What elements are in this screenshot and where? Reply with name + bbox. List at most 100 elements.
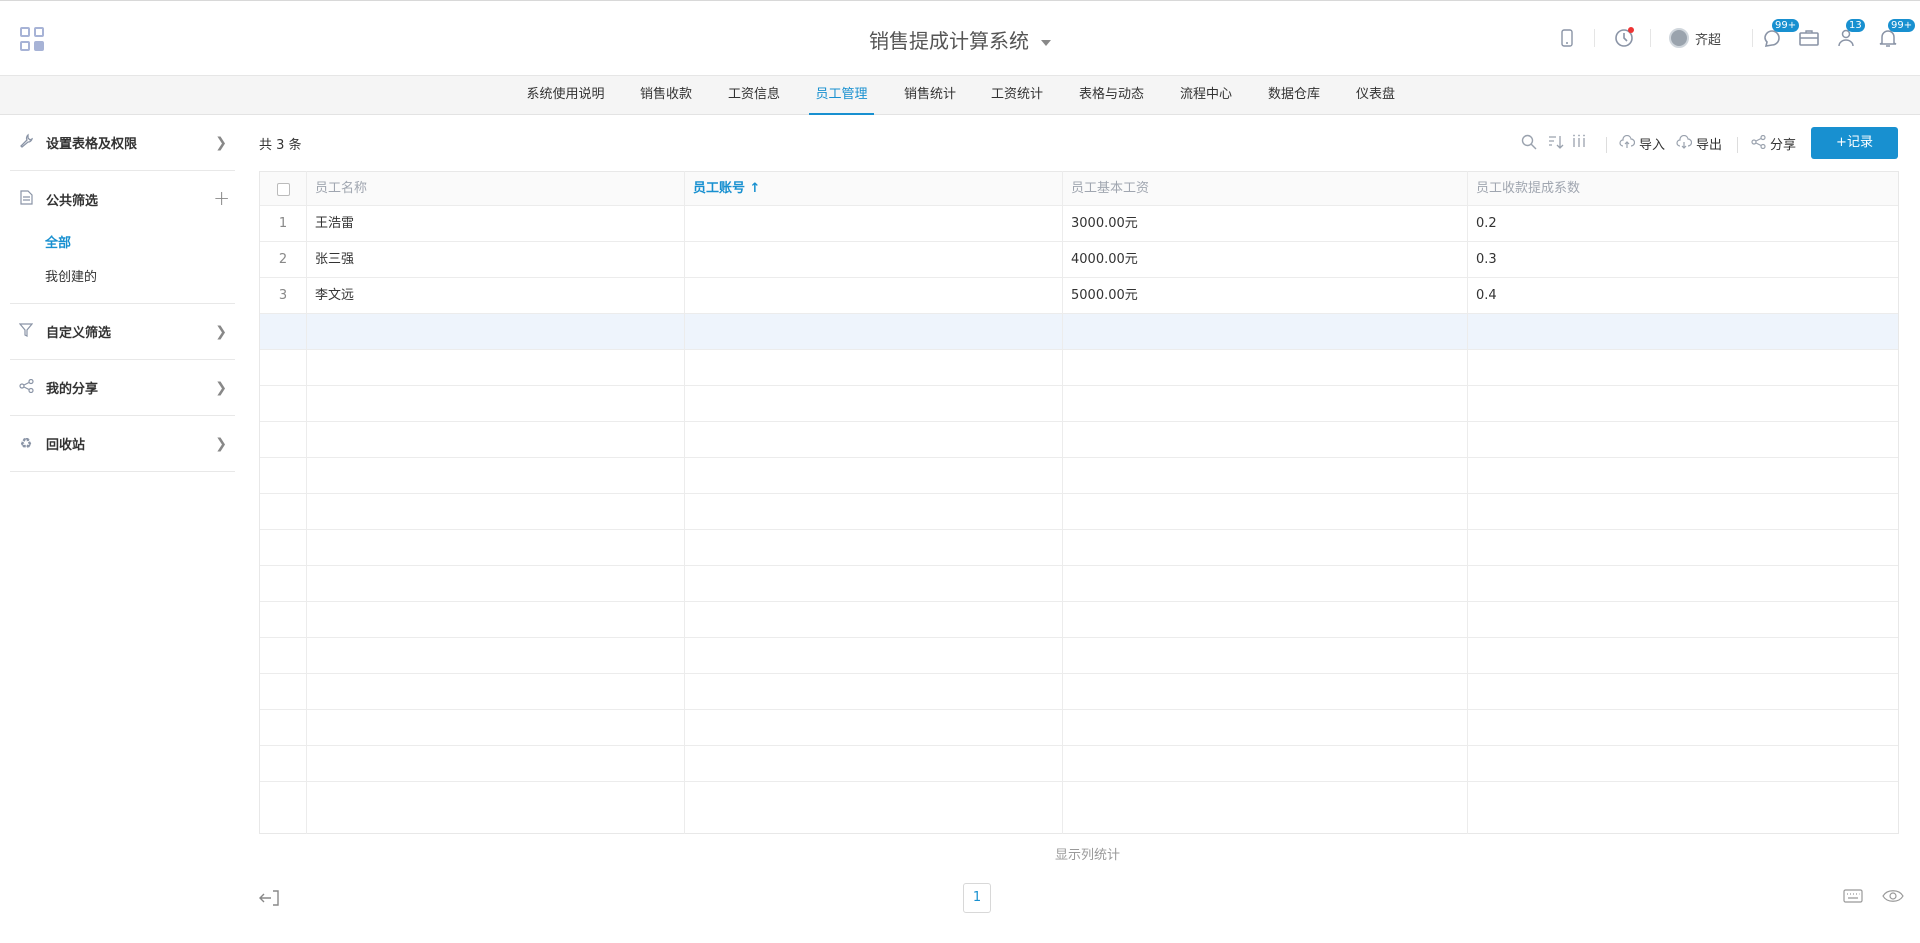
document-icon xyxy=(18,189,34,209)
empty-row[interactable] xyxy=(260,314,1898,350)
keyboard-icon[interactable] xyxy=(1843,889,1863,907)
sidebar-item-label: 回收站 xyxy=(46,438,86,453)
empty-row xyxy=(260,566,1898,602)
cell-employee-name[interactable]: 张三强 xyxy=(306,242,684,277)
tab-sales-stats[interactable]: 销售统计 xyxy=(901,76,959,115)
sidebar-item-recycle-bin[interactable]: ♻ 回收站 ❯ xyxy=(10,416,235,472)
cell-employee-name[interactable]: 李文远 xyxy=(306,278,684,313)
username: 齐超 xyxy=(1695,32,1722,48)
module-nav: 系统使用说明 销售收款 工资信息 员工管理 销售统计 工资统计 表格与动态 流程… xyxy=(0,76,1920,115)
record-count: 共 3 条 xyxy=(259,138,302,153)
table-row[interactable]: 2 张三强 4000.00元 0.3 xyxy=(260,242,1898,278)
empty-row xyxy=(260,638,1898,674)
add-filter-icon[interactable]: + xyxy=(213,186,230,210)
empty-row xyxy=(260,746,1898,782)
tab-salary-info[interactable]: 工资信息 xyxy=(725,76,783,115)
cell-commission-ratio[interactable]: 0.2 xyxy=(1467,206,1898,241)
recycle-icon: ♻ xyxy=(19,435,33,452)
sidebar-item-custom-filter[interactable]: 自定义筛选 ❯ xyxy=(10,304,235,360)
tab-sales-collection[interactable]: 销售收款 xyxy=(637,76,695,115)
app-title-text[interactable]: 销售提成计算系统 xyxy=(869,29,1029,53)
cell-commission-ratio[interactable]: 0.3 xyxy=(1467,242,1898,277)
sidebar-item-label: 自定义筛选 xyxy=(46,326,112,341)
import-button[interactable]: 导入 xyxy=(1619,134,1665,153)
columns-button[interactable] xyxy=(1572,134,1586,148)
table-header-row: 员工名称 员工账号 ↑ 员工基本工资 员工收款提成系数 xyxy=(260,171,1898,206)
tab-data-warehouse[interactable]: 数据仓库 xyxy=(1265,76,1323,115)
cell-employee-account[interactable] xyxy=(684,242,1062,277)
sidebar: 设置表格及权限 ❯ 公共筛选 + 全部 我创建的 自定义筛选 ❯ 我的分享 ❯ … xyxy=(10,115,235,472)
bell-icon[interactable]: 99+ xyxy=(1876,19,1916,51)
row-number: 3 xyxy=(278,288,288,303)
chat-badge: 99+ xyxy=(1772,19,1800,32)
chevron-right-icon: ❯ xyxy=(215,135,227,151)
filter-created-by-me[interactable]: 我创建的 xyxy=(10,261,235,295)
sidebar-item-public-filter[interactable]: 公共筛选 + xyxy=(10,171,235,227)
cell-base-salary[interactable]: 3000.00元 xyxy=(1062,206,1467,241)
column-divider xyxy=(306,171,307,834)
import-label: 导入 xyxy=(1639,138,1666,153)
divider xyxy=(1606,137,1607,153)
empty-row xyxy=(260,422,1898,458)
select-all-checkbox[interactable] xyxy=(277,183,290,196)
tab-dashboard[interactable]: 仪表盘 xyxy=(1353,76,1398,115)
cell-employee-account[interactable] xyxy=(684,278,1062,313)
cell-base-salary[interactable]: 4000.00元 xyxy=(1062,242,1467,277)
divider xyxy=(1650,29,1651,47)
row-number: 1 xyxy=(278,216,288,231)
avatar xyxy=(1669,28,1689,48)
add-record-button[interactable]: +记录 xyxy=(1811,127,1898,159)
mobile-icon[interactable] xyxy=(1555,25,1579,51)
tasks-icon[interactable]: 13 xyxy=(1834,19,1865,51)
tab-employee-management[interactable]: 员工管理 xyxy=(809,76,874,115)
share-button[interactable]: 分享 xyxy=(1751,134,1796,153)
column-header-employee-name[interactable]: 员工名称 xyxy=(306,172,684,205)
tab-workflow[interactable]: 流程中心 xyxy=(1177,76,1235,115)
tab-salary-stats[interactable]: 工资统计 xyxy=(988,76,1046,115)
share-icon xyxy=(18,378,34,397)
notification-dot xyxy=(1628,27,1634,33)
sort-button[interactable] xyxy=(1548,134,1564,150)
user-menu[interactable]: 齐超 xyxy=(1669,27,1721,49)
cell-employee-name[interactable]: 王浩雷 xyxy=(306,206,684,241)
sidebar-item-settings[interactable]: 设置表格及权限 ❯ xyxy=(10,115,235,171)
eye-icon[interactable] xyxy=(1882,889,1904,907)
chevron-down-icon[interactable] xyxy=(1041,39,1051,46)
cell-base-salary[interactable]: 5000.00元 xyxy=(1062,278,1467,313)
empty-row xyxy=(260,710,1898,746)
column-header-base-salary[interactable]: 员工基本工资 xyxy=(1062,172,1467,205)
empty-row xyxy=(260,530,1898,566)
empty-row xyxy=(260,386,1898,422)
export-button[interactable]: 导出 xyxy=(1676,134,1722,153)
show-column-stats-link[interactable]: 显示列统计 xyxy=(1055,844,1120,863)
filter-all[interactable]: 全部 xyxy=(10,227,235,261)
column-header-commission-ratio[interactable]: 员工收款提成系数 xyxy=(1467,172,1898,205)
tab-tables-activity[interactable]: 表格与动态 xyxy=(1076,76,1147,115)
collapse-sidebar-icon[interactable] xyxy=(259,889,281,911)
divider xyxy=(1594,29,1595,47)
chevron-right-icon: ❯ xyxy=(215,324,227,340)
top-header: 销售提成计算系统 齐超 99+ 13 99+ xyxy=(0,0,1920,76)
table-row[interactable]: 3 李文远 5000.00元 0.4 xyxy=(260,278,1898,314)
column-header-employee-account[interactable]: 员工账号 ↑ xyxy=(684,172,1062,205)
funnel-icon xyxy=(18,322,34,341)
sidebar-item-label: 我的分享 xyxy=(46,382,99,397)
chevron-right-icon: ❯ xyxy=(215,380,227,396)
search-button[interactable] xyxy=(1521,134,1537,150)
cloud-upload-icon xyxy=(1619,134,1636,153)
page-number-button[interactable]: 1 xyxy=(963,883,991,913)
tab-system-guide[interactable]: 系统使用说明 xyxy=(525,76,606,115)
cell-employee-account[interactable] xyxy=(684,206,1062,241)
records-table: 员工名称 员工账号 ↑ 员工基本工资 员工收款提成系数 1 王浩雷 3000.0… xyxy=(259,171,1899,834)
clock-icon[interactable] xyxy=(1612,25,1636,51)
chat-icon[interactable]: 99+ xyxy=(1760,19,1800,51)
table-row[interactable]: 1 王浩雷 3000.00元 0.2 xyxy=(260,206,1898,242)
search-icon xyxy=(1521,134,1537,150)
briefcase-icon[interactable] xyxy=(1797,25,1821,51)
row-number: 2 xyxy=(278,252,288,267)
cloud-download-icon xyxy=(1676,134,1693,153)
sidebar-item-label: 公共筛选 xyxy=(46,193,99,209)
sort-icon xyxy=(1549,136,1564,149)
sidebar-item-my-share[interactable]: 我的分享 ❯ xyxy=(10,360,235,416)
cell-commission-ratio[interactable]: 0.4 xyxy=(1467,278,1898,313)
